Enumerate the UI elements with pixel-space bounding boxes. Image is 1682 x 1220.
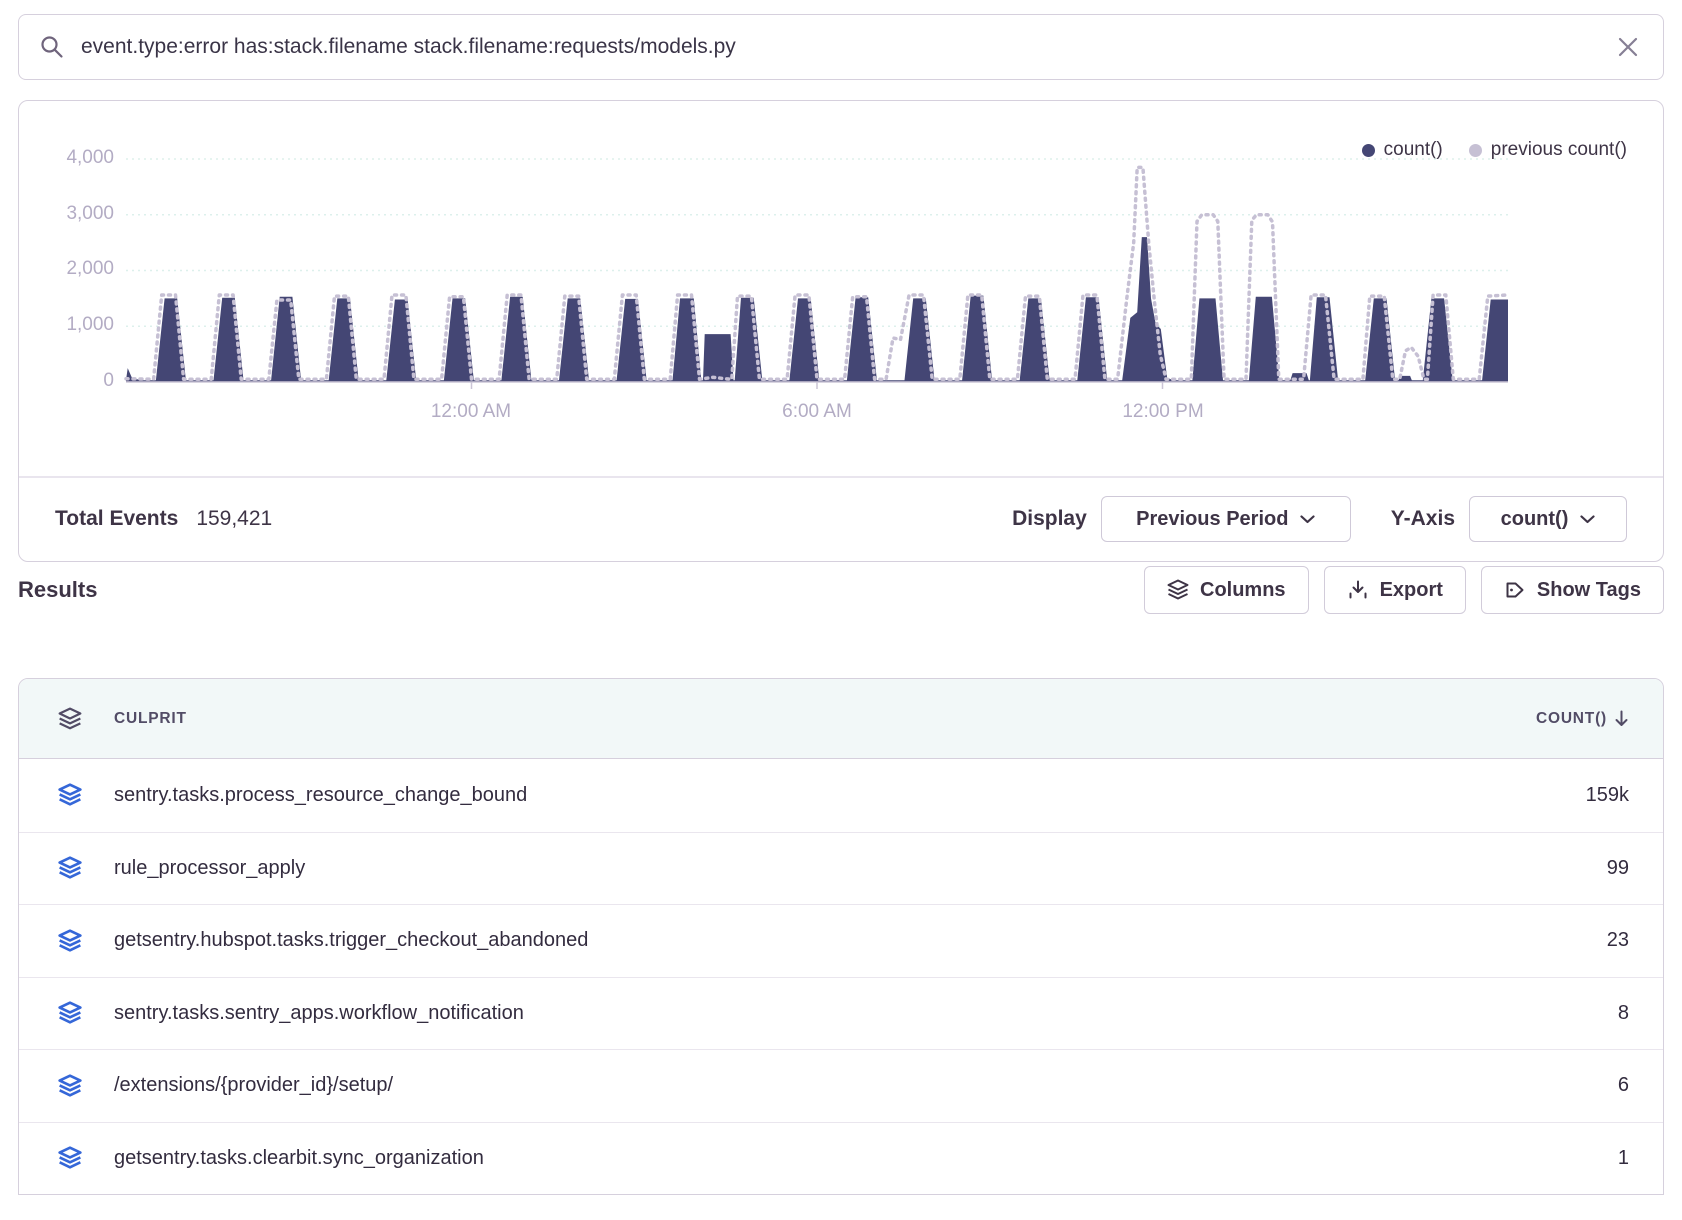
show-tags-button-label: Show Tags: [1537, 579, 1641, 602]
table-row[interactable]: sentry.tasks.process_resource_change_bou…: [19, 759, 1663, 832]
columns-button-label: Columns: [1200, 579, 1286, 602]
export-button-label: Export: [1380, 579, 1443, 602]
count-cell: 23: [1607, 929, 1663, 952]
results-heading: Results: [18, 577, 97, 603]
culprit-cell[interactable]: getsentry.hubspot.tasks.trigger_checkout…: [114, 929, 588, 952]
export-button[interactable]: Export: [1324, 566, 1466, 614]
chart-footer: Total Events 159,421 Display Previous Pe…: [55, 477, 1627, 561]
stack-layers-icon: [58, 783, 82, 807]
stack-layers-icon: [58, 1001, 82, 1025]
total-events-value: 159,421: [196, 507, 272, 531]
x-axis-tick: 12:00 AM: [401, 401, 541, 423]
table-row[interactable]: /extensions/{provider_id}/setup/ 6: [19, 1049, 1663, 1122]
culprit-cell[interactable]: sentry.tasks.process_resource_change_bou…: [114, 784, 527, 807]
culprit-cell[interactable]: /extensions/{provider_id}/setup/: [114, 1074, 393, 1097]
count-cell: 159k: [1586, 784, 1663, 807]
chart-plot[interactable]: [126, 151, 1508, 396]
y-axis-tick: 1,000: [19, 314, 114, 336]
total-events-label: Total Events: [55, 507, 178, 531]
search-input[interactable]: event.type:error has:stack.filename stac…: [81, 35, 1617, 59]
y-axis-label: Y-Axis: [1391, 507, 1455, 531]
y-axis-tick: 4,000: [19, 147, 114, 169]
count-cell: 99: [1607, 857, 1663, 880]
culprit-cell[interactable]: rule_processor_apply: [114, 857, 305, 880]
y-axis-dropdown-value: count(): [1501, 508, 1569, 531]
culprit-cell[interactable]: getsentry.tasks.clearbit.sync_organizati…: [114, 1147, 484, 1170]
sort-desc-arrow-icon: [1614, 710, 1629, 727]
layers-icon: [58, 707, 82, 731]
table-row[interactable]: sentry.tasks.sentry_apps.workflow_notifi…: [19, 977, 1663, 1050]
count-column-label: COUNT(): [1536, 710, 1607, 728]
stack-layers-icon: [58, 856, 82, 880]
show-tags-button[interactable]: Show Tags: [1481, 566, 1664, 614]
y-axis-dropdown[interactable]: count(): [1469, 496, 1627, 542]
table-row[interactable]: getsentry.hubspot.tasks.trigger_checkout…: [19, 904, 1663, 977]
results-table-header: CULPRIT COUNT(): [19, 679, 1663, 759]
table-row[interactable]: rule_processor_apply 99: [19, 832, 1663, 905]
y-axis-tick: 3,000: [19, 203, 114, 225]
clear-search-icon[interactable]: [1617, 36, 1639, 58]
count-cell: 1: [1618, 1147, 1663, 1170]
results-header-row: Results Columns Export Show Tags: [18, 566, 1664, 614]
x-axis-tick: 12:00 PM: [1093, 401, 1233, 423]
x-axis-tick: 6:00 AM: [747, 401, 887, 423]
legend-label: previous count(): [1491, 139, 1627, 161]
culprit-column-header[interactable]: CULPRIT: [19, 707, 187, 731]
stack-layers-icon: [58, 929, 82, 953]
display-dropdown-value: Previous Period: [1136, 508, 1288, 531]
stack-layers-icon: [58, 1146, 82, 1170]
search-bar[interactable]: event.type:error has:stack.filename stac…: [18, 14, 1664, 80]
tag-icon: [1504, 579, 1526, 601]
count-column-header[interactable]: COUNT(): [1536, 710, 1663, 728]
y-axis-tick: 0: [19, 370, 114, 392]
chevron-down-icon: [1300, 515, 1315, 524]
table-row[interactable]: getsentry.tasks.clearbit.sync_organizati…: [19, 1122, 1663, 1195]
stack-layers-icon: [58, 1074, 82, 1098]
culprit-column-label: CULPRIT: [114, 710, 187, 728]
results-table: CULPRIT COUNT() sentry.tasks.process_res…: [18, 678, 1664, 1195]
count-cell: 6: [1618, 1074, 1663, 1097]
count-cell: 8: [1618, 1002, 1663, 1025]
columns-button[interactable]: Columns: [1144, 566, 1309, 614]
display-label: Display: [1012, 507, 1087, 531]
layers-icon: [1167, 579, 1189, 601]
display-dropdown[interactable]: Previous Period: [1101, 496, 1351, 542]
events-chart-card: count() previous count() 4,000 3,000 2,0…: [18, 100, 1664, 562]
download-icon: [1347, 579, 1369, 601]
search-icon: [39, 34, 65, 60]
culprit-cell[interactable]: sentry.tasks.sentry_apps.workflow_notifi…: [114, 1002, 524, 1025]
chevron-down-icon: [1580, 515, 1595, 524]
y-axis-tick: 2,000: [19, 258, 114, 280]
results-table-body: sentry.tasks.process_resource_change_bou…: [19, 759, 1663, 1194]
